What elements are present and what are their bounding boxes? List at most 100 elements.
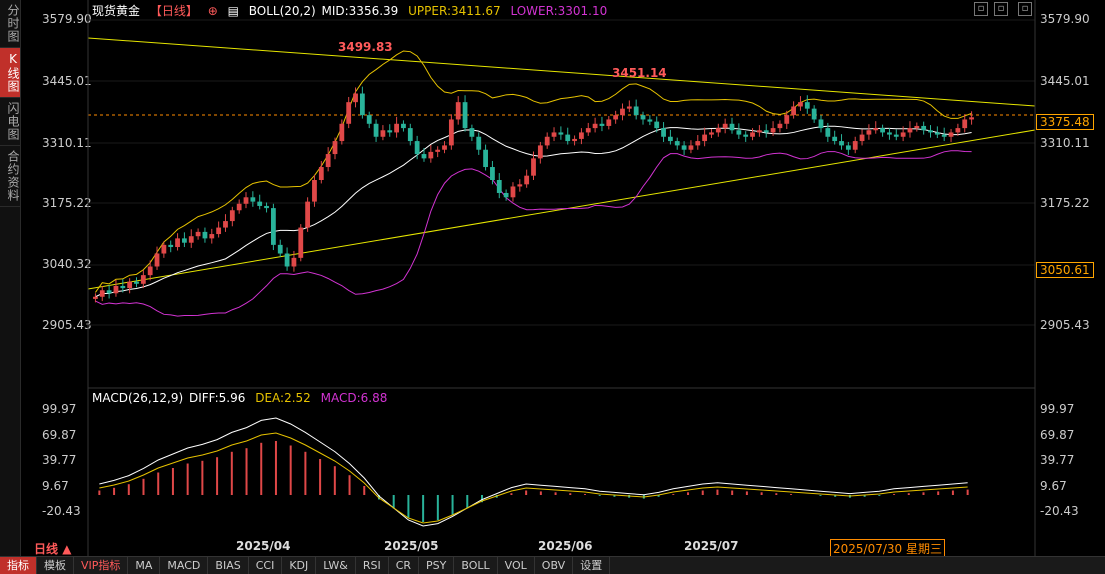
candle-body bbox=[291, 257, 297, 267]
candle-body bbox=[147, 266, 153, 276]
x-tick: 2025/06 bbox=[538, 539, 593, 553]
candle-body bbox=[524, 175, 530, 185]
candle-body bbox=[709, 132, 714, 135]
candle-body bbox=[332, 141, 338, 155]
candle-body bbox=[873, 128, 879, 131]
tab-indicators[interactable]: 指标 bbox=[0, 557, 37, 574]
candle-body bbox=[366, 115, 372, 124]
candle-body bbox=[312, 180, 317, 202]
candle-body bbox=[496, 180, 502, 193]
x-tick: 2025/07 bbox=[684, 539, 739, 553]
candle-body bbox=[257, 201, 263, 206]
candle-body bbox=[852, 141, 858, 150]
candle-body bbox=[359, 93, 365, 116]
tab-boll[interactable]: BOLL bbox=[454, 557, 498, 574]
candle-body bbox=[401, 123, 406, 129]
candle-body bbox=[517, 184, 523, 187]
candle-body bbox=[127, 281, 133, 289]
candle-body bbox=[900, 132, 906, 137]
candle-body bbox=[825, 128, 831, 137]
candle-body bbox=[969, 117, 974, 120]
candle-body bbox=[284, 253, 290, 267]
x-tick: 2025/04 bbox=[236, 539, 291, 553]
candle-body bbox=[113, 285, 119, 294]
candle-body bbox=[654, 121, 660, 129]
tab-cr[interactable]: CR bbox=[389, 557, 420, 574]
tab-bias[interactable]: BIAS bbox=[208, 557, 249, 574]
candle-body bbox=[572, 138, 577, 142]
tab-obv[interactable]: OBV bbox=[535, 557, 574, 574]
candle-body bbox=[120, 285, 126, 289]
tab-vip[interactable]: VIP指标 bbox=[74, 557, 129, 574]
candle-body bbox=[442, 145, 447, 150]
tab-ma[interactable]: MA bbox=[128, 557, 161, 574]
candle-body bbox=[353, 93, 358, 103]
candle-body bbox=[380, 130, 386, 137]
candle-body bbox=[490, 167, 495, 180]
candle-body bbox=[756, 130, 762, 133]
candle-body bbox=[907, 128, 913, 133]
candle-body bbox=[832, 136, 838, 142]
tab-rsi[interactable]: RSI bbox=[356, 557, 389, 574]
price-chart[interactable] bbox=[0, 0, 1105, 556]
candle-body bbox=[818, 119, 824, 129]
candle-body bbox=[681, 145, 687, 150]
candle-body bbox=[195, 231, 201, 237]
candle-body bbox=[880, 128, 885, 133]
candle-body bbox=[305, 201, 311, 228]
candle-body bbox=[99, 290, 105, 297]
candle-body bbox=[948, 132, 954, 137]
candle-body bbox=[134, 281, 139, 284]
resistance-trendline bbox=[87, 37, 1036, 107]
candle-body bbox=[469, 128, 475, 137]
candle-body bbox=[613, 115, 619, 120]
period-indicator[interactable]: 日线 ▲ bbox=[34, 540, 71, 557]
candle-body bbox=[140, 275, 146, 284]
candle-body bbox=[955, 128, 961, 133]
candle-body bbox=[914, 125, 920, 129]
candle-body bbox=[695, 141, 701, 146]
candle-body bbox=[661, 128, 666, 137]
candle-body bbox=[585, 128, 591, 133]
candle-body bbox=[394, 123, 399, 133]
candle-body bbox=[839, 141, 844, 146]
tab-lw[interactable]: LW& bbox=[316, 557, 356, 574]
candle-body bbox=[168, 244, 174, 248]
candle-body bbox=[811, 108, 817, 120]
candle-body bbox=[407, 128, 413, 142]
tab-vol[interactable]: VOL bbox=[498, 557, 535, 574]
candle-body bbox=[804, 102, 810, 109]
candle-body bbox=[250, 197, 256, 202]
tab-macd[interactable]: MACD bbox=[160, 557, 209, 574]
candle-body bbox=[770, 128, 776, 133]
candle-body bbox=[229, 210, 235, 222]
candle-body bbox=[435, 149, 441, 152]
tab-settings[interactable]: 设置 bbox=[573, 557, 611, 574]
tab-templates[interactable]: 模板 bbox=[37, 557, 74, 574]
candle-body bbox=[339, 123, 345, 142]
candle-body bbox=[318, 167, 324, 180]
candle-body bbox=[784, 115, 790, 124]
candle-body bbox=[592, 123, 598, 129]
candle-body bbox=[962, 119, 968, 129]
candle-body bbox=[859, 134, 865, 142]
candle-body bbox=[373, 123, 379, 137]
candle-body bbox=[236, 203, 242, 211]
candle-body bbox=[633, 106, 639, 116]
candle-body bbox=[298, 227, 304, 258]
candle-body bbox=[476, 136, 482, 150]
tab-cci[interactable]: CCI bbox=[249, 557, 283, 574]
candle-body bbox=[387, 130, 393, 133]
candle-body bbox=[216, 227, 222, 235]
tab-kdj[interactable]: KDJ bbox=[282, 557, 317, 574]
candle-body bbox=[798, 102, 803, 107]
candle-body bbox=[421, 154, 427, 159]
candle-body bbox=[688, 145, 694, 150]
candle-body bbox=[182, 238, 187, 243]
high-annotation-2: 3451.14 bbox=[612, 66, 667, 80]
candle-body bbox=[866, 130, 872, 135]
candle-body bbox=[455, 102, 461, 120]
candle-body bbox=[736, 130, 742, 135]
candle-body bbox=[599, 123, 605, 126]
tab-psy[interactable]: PSY bbox=[419, 557, 455, 574]
